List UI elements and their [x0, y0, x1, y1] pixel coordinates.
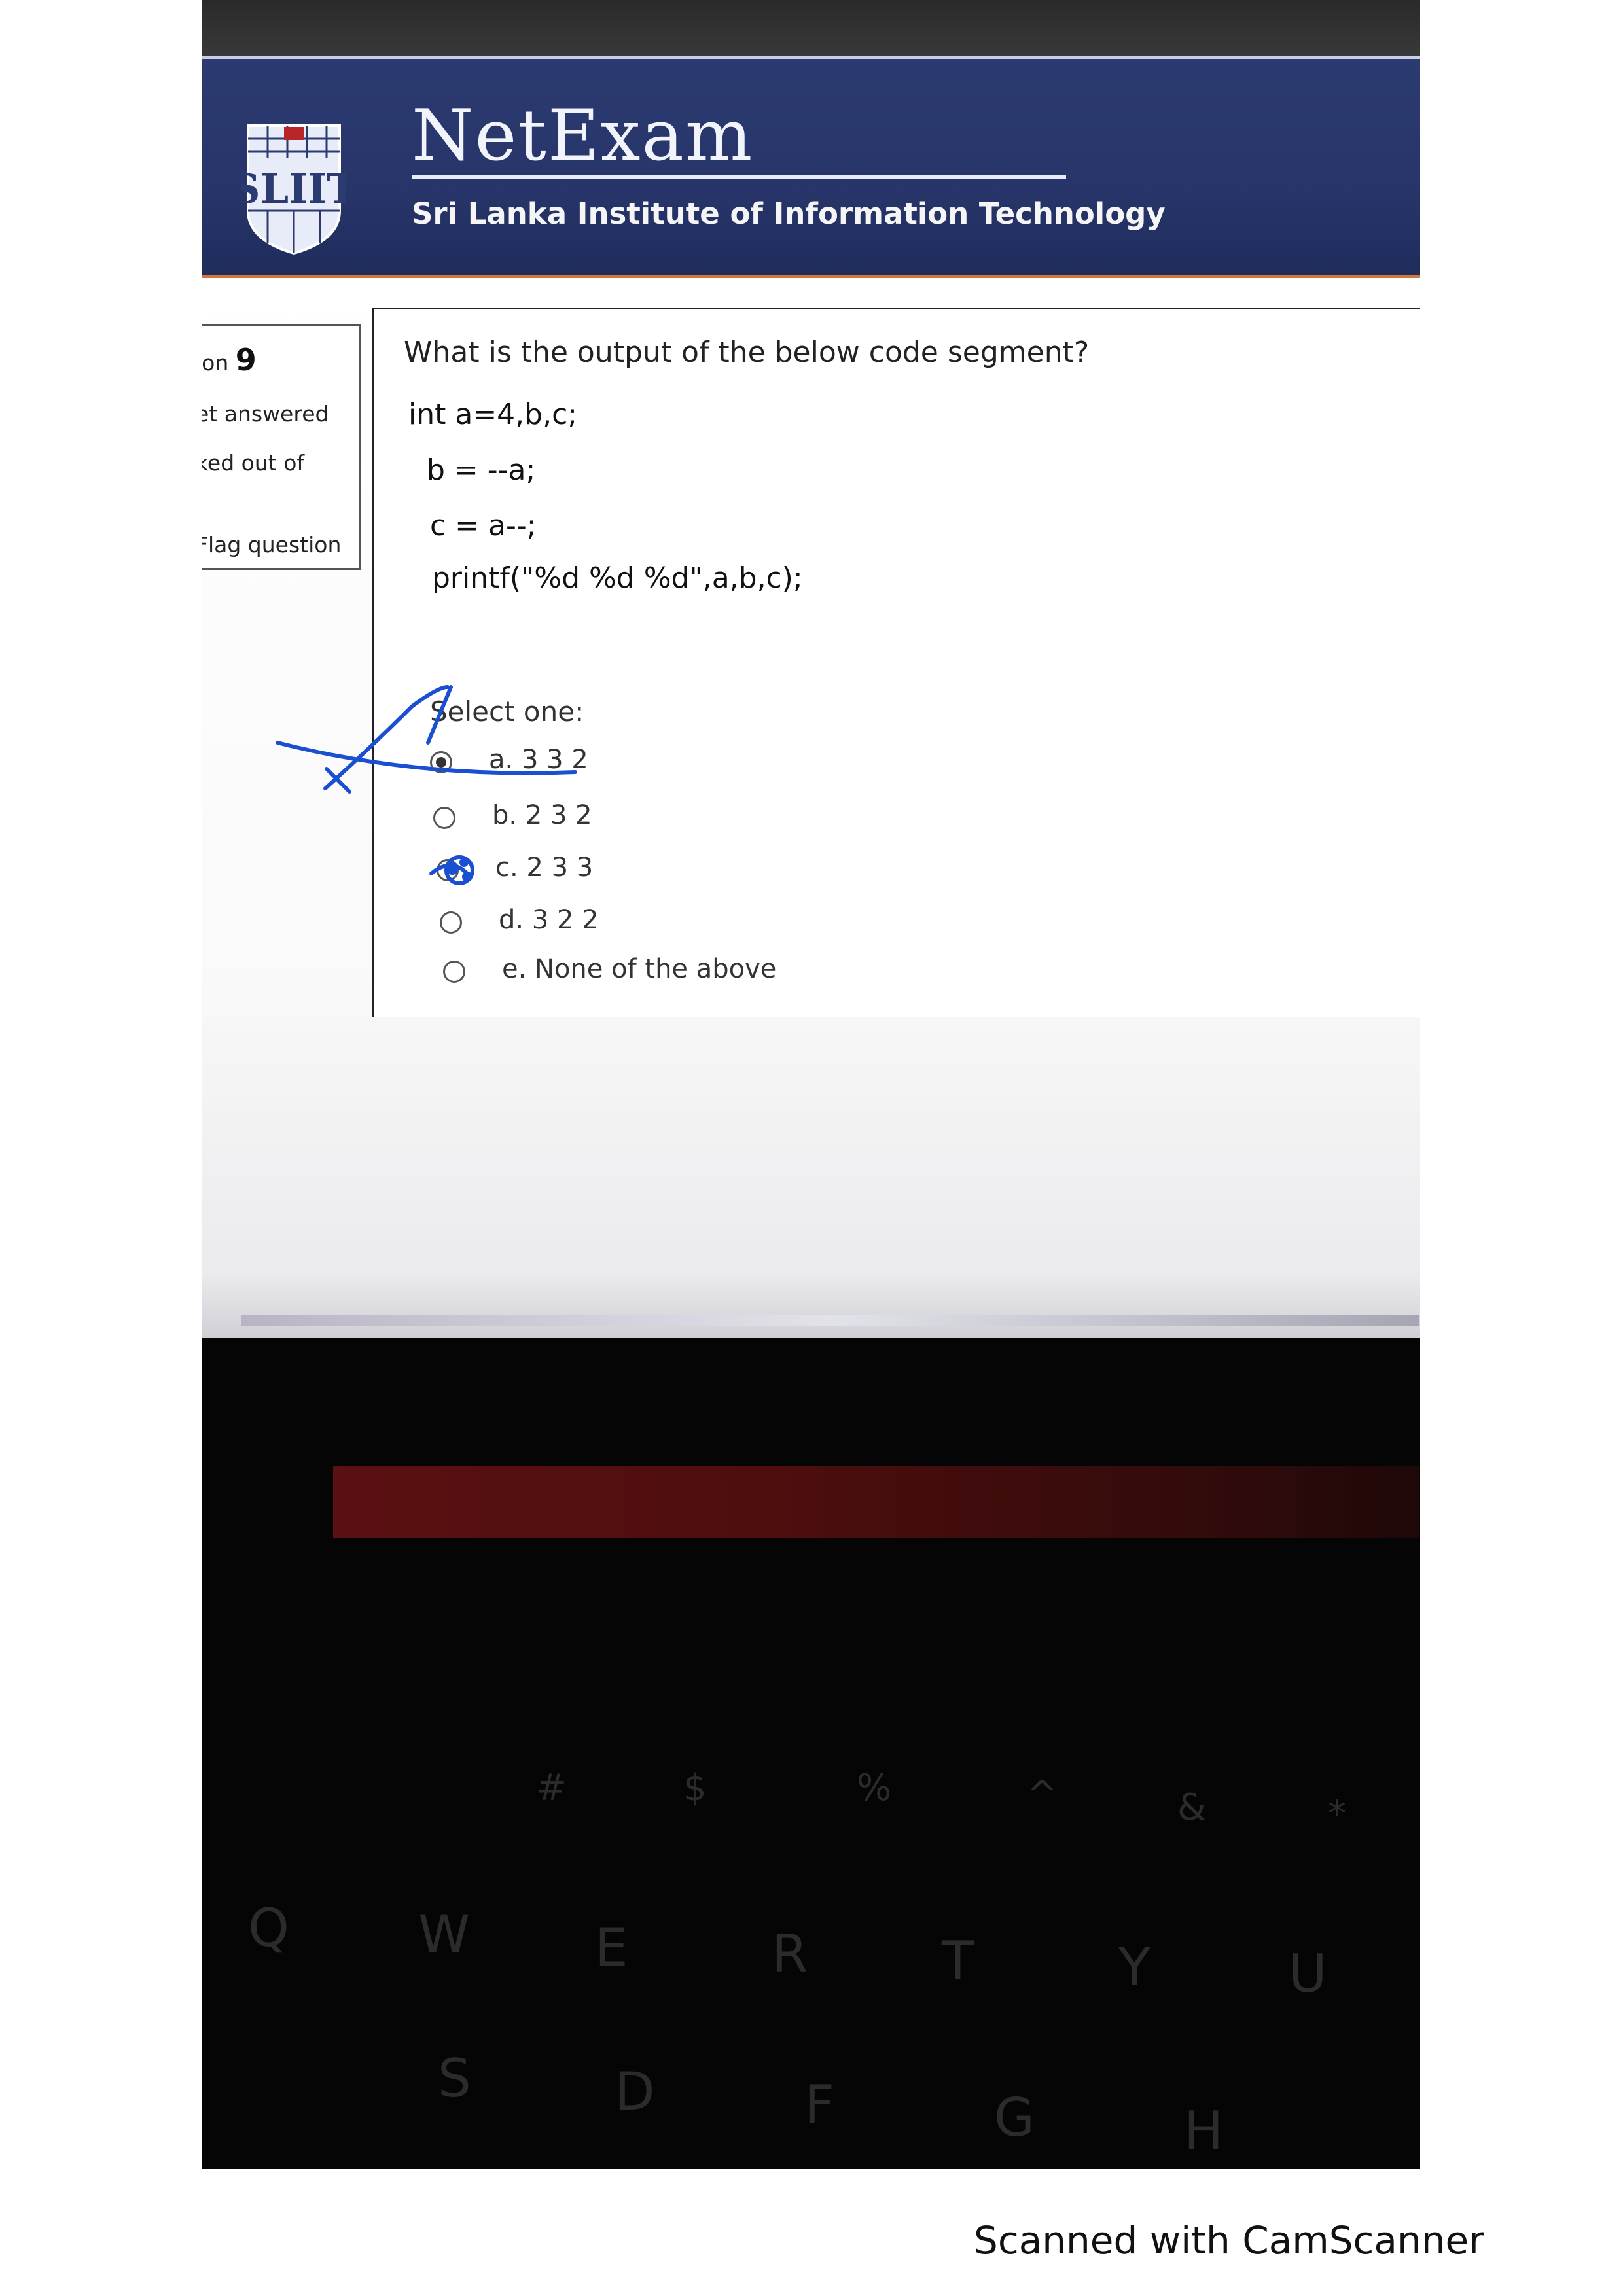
radio-icon[interactable]	[433, 807, 455, 829]
radio-selected-icon[interactable]	[430, 751, 452, 773]
keyboard-backlight-glow	[333, 1466, 1419, 1538]
option-label: c. 2 3 3	[495, 853, 594, 883]
key: S	[438, 2048, 471, 2109]
camscanner-footer: Scanned with CamScanner	[974, 2218, 1485, 2263]
netexam-header-banner: SLIIT NetExam Sri Lanka Institute of Inf…	[202, 56, 1420, 281]
option-label: d. 3 2 2	[499, 905, 599, 935]
institute-name: Sri Lanka Institute of Information Techn…	[412, 196, 1166, 231]
key: %	[857, 1767, 892, 1809]
key: Q	[248, 1898, 289, 1958]
screen-bezel-top	[202, 0, 1420, 62]
brand-divider	[412, 175, 1066, 179]
key: D	[615, 2061, 655, 2122]
radio-icon[interactable]	[440, 911, 462, 934]
question-info-panel: ion 9 et answered ked out of Flag questi…	[202, 324, 361, 570]
sliit-logo-icon: SLIIT	[241, 124, 346, 255]
key: T	[942, 1930, 974, 1991]
radio-icon[interactable]	[437, 859, 459, 881]
radio-icon[interactable]	[443, 961, 465, 983]
brand-title: NetExam	[412, 95, 754, 177]
code-line: c = a--;	[430, 509, 537, 542]
question-mark: ked out of	[202, 450, 305, 476]
code-line: b = --a;	[427, 453, 536, 487]
key: $	[683, 1767, 707, 1809]
code-line: printf("%d %d %d",a,b,c);	[432, 561, 803, 595]
question-prompt: What is the output of the below code seg…	[404, 336, 1090, 369]
flag-question-link[interactable]: Flag question	[202, 532, 341, 557]
question-number: 9	[235, 342, 257, 378]
key: &	[1177, 1786, 1206, 1829]
key: H	[1184, 2100, 1224, 2161]
logo-text: SLIIT	[241, 165, 346, 213]
question-box: What is the output of the below code seg…	[372, 308, 1420, 1031]
exam-page: ion 9 et answered ked out of Flag questi…	[202, 278, 1420, 1338]
key: *	[1328, 1793, 1346, 1835]
select-one-label: Select one:	[430, 696, 584, 728]
key: F	[804, 2074, 835, 2135]
key: R	[772, 1924, 808, 1985]
question-number-line: ion 9	[202, 342, 257, 378]
laptop-screen-edge	[241, 1315, 1419, 1326]
screen-lower-area	[202, 1017, 1420, 1338]
key: G	[994, 2087, 1035, 2148]
key: U	[1289, 1943, 1327, 2004]
question-label: ion	[202, 350, 229, 376]
photo-of-laptop-screen: SLIIT NetExam Sri Lanka Institute of Inf…	[202, 0, 1420, 2169]
code-line: int a=4,b,c;	[408, 398, 578, 431]
key: #	[536, 1767, 567, 1809]
key: E	[595, 1917, 628, 1978]
key: ^	[1027, 1773, 1058, 1816]
option-label: a. 3 3 2	[489, 745, 588, 775]
question-status: et answered	[202, 401, 329, 427]
key: Y	[1118, 1937, 1150, 1998]
option-label: e. None of the above	[502, 954, 777, 984]
option-label: b. 2 3 2	[492, 800, 592, 830]
key: W	[418, 1904, 471, 1965]
